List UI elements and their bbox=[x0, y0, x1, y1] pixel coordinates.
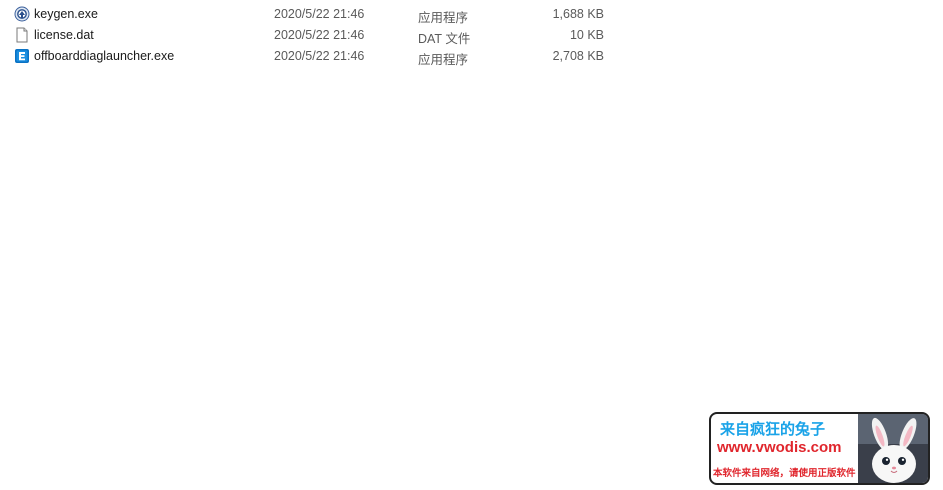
watermark-badge: 来自疯狂的兔子 www.vwodis.com 本软件来自网络，请使用正版软件 bbox=[709, 412, 930, 485]
file-row-keygen[interactable]: keygen.exe 2020/5/22 21:46 应用程序 1,688 KB bbox=[0, 4, 640, 25]
file-modified: 2020/5/22 21:46 bbox=[274, 28, 365, 42]
file-size: 2,708 KB bbox=[552, 49, 604, 63]
file-modified: 2020/5/22 21:46 bbox=[274, 7, 365, 21]
watermark-url: www.vwodis.com bbox=[717, 439, 842, 456]
watermark-note: 本软件来自网络，请使用正版软件 bbox=[713, 468, 856, 479]
rabbit-image bbox=[858, 414, 928, 483]
file-type: 应用程序 bbox=[418, 11, 469, 25]
file-size: 10 KB bbox=[569, 28, 604, 42]
launcher-app-icon bbox=[14, 48, 30, 64]
watermark-title: 来自疯狂的兔子 bbox=[720, 421, 826, 438]
file-name: keygen.exe bbox=[34, 7, 98, 21]
file-type: 应用程序 bbox=[418, 53, 469, 67]
file-type: DAT 文件 bbox=[418, 32, 471, 46]
file-name: offboarddiaglauncher.exe bbox=[34, 49, 175, 63]
file-row-license[interactable]: license.dat 2020/5/22 21:46 DAT 文件 10 KB bbox=[0, 25, 640, 46]
file-size: 1,688 KB bbox=[552, 7, 604, 21]
file-row-offboarddiaglauncher[interactable]: offboarddiaglauncher.exe 2020/5/22 21:46… bbox=[0, 46, 640, 67]
file-list: keygen.exe 2020/5/22 21:46 应用程序 1,688 KB… bbox=[0, 4, 640, 67]
file-modified: 2020/5/22 21:46 bbox=[274, 49, 365, 63]
file-name: license.dat bbox=[34, 28, 94, 42]
blank-document-icon bbox=[14, 27, 30, 43]
keygen-app-icon bbox=[14, 6, 30, 22]
